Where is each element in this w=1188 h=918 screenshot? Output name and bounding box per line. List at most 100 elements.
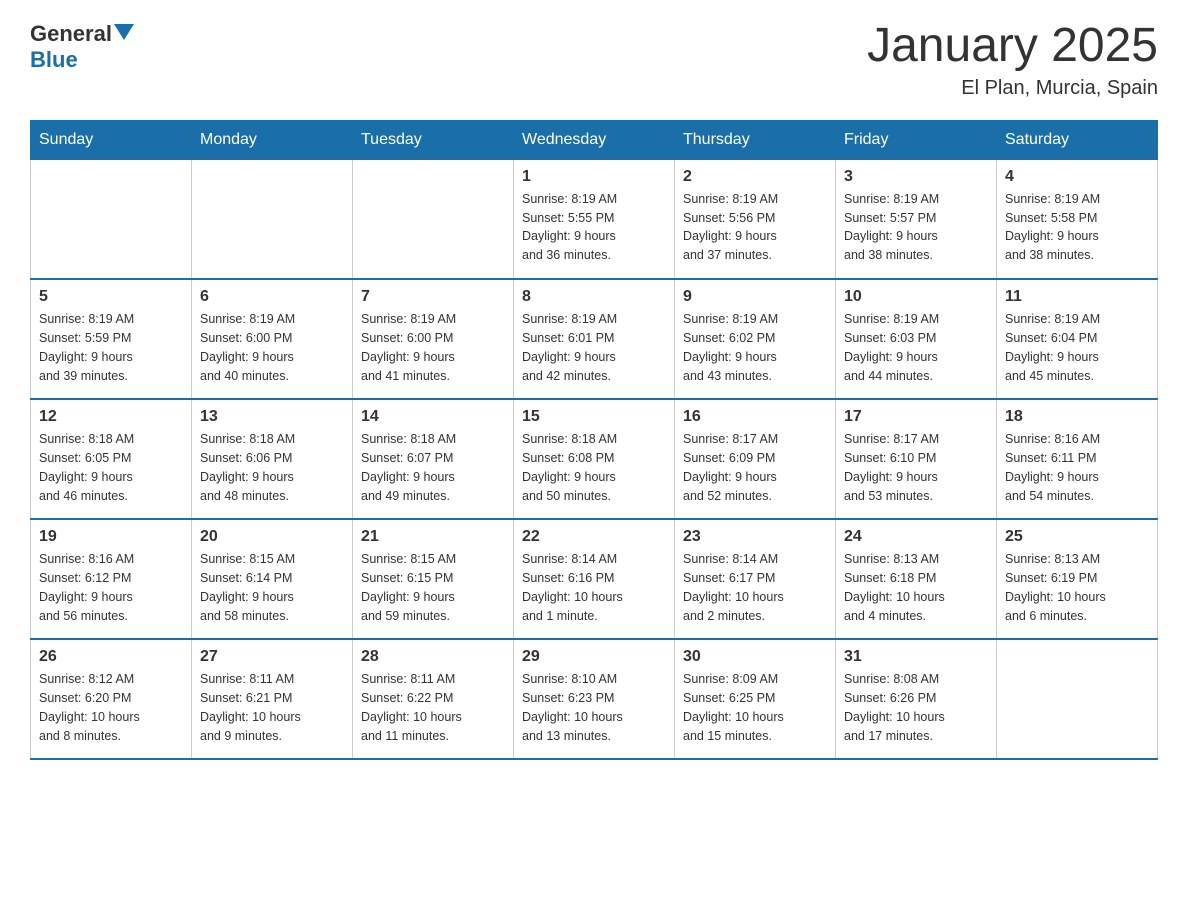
day-info: Sunrise: 8:19 AM Sunset: 6:04 PM Dayligh… bbox=[1005, 310, 1149, 385]
day-info: Sunrise: 8:11 AM Sunset: 6:22 PM Dayligh… bbox=[361, 670, 505, 745]
calendar-cell: 1 Sunrise: 8:19 AM Sunset: 5:55 PM Daylig… bbox=[514, 159, 675, 279]
calendar-cell: 23 Sunrise: 8:14 AM Sunset: 6:17 PM Dayli… bbox=[675, 519, 836, 639]
calendar-day-header: Saturday bbox=[997, 120, 1158, 159]
day-number: 16 bbox=[683, 408, 827, 426]
calendar-cell: 14 Sunrise: 8:18 AM Sunset: 6:07 PM Dayli… bbox=[353, 399, 514, 519]
calendar-cell: 5 Sunrise: 8:19 AM Sunset: 5:59 PM Daylig… bbox=[31, 279, 192, 399]
logo-row1: General bbox=[30, 20, 134, 47]
calendar-cell: 8Sunrise: 8:19 AM Sunset: 6:01 PM Daylig… bbox=[514, 279, 675, 399]
location: El Plan, Murcia, Spain bbox=[867, 77, 1158, 100]
calendar-day-header: Monday bbox=[192, 120, 353, 159]
day-info: Sunrise: 8:19 AM Sunset: 5:58 PM Dayligh… bbox=[1005, 190, 1149, 265]
day-number: 5 bbox=[39, 288, 183, 306]
calendar-cell: 11 Sunrise: 8:19 AM Sunset: 6:04 PM Dayli… bbox=[997, 279, 1158, 399]
day-number: 24 bbox=[844, 528, 988, 546]
calendar-day-header: Tuesday bbox=[353, 120, 514, 159]
day-info: Sunrise: 8:12 AM Sunset: 6:20 PM Dayligh… bbox=[39, 670, 183, 745]
day-number: 21 bbox=[361, 528, 505, 546]
day-info: Sunrise: 8:10 AM Sunset: 6:23 PM Dayligh… bbox=[522, 670, 666, 745]
day-number: 9 bbox=[683, 288, 827, 306]
day-info: Sunrise: 8:15 AM Sunset: 6:14 PM Dayligh… bbox=[200, 550, 344, 625]
calendar-cell: 3Sunrise: 8:19 AM Sunset: 5:57 PM Daylig… bbox=[836, 159, 997, 279]
calendar-cell: 30Sunrise: 8:09 AM Sunset: 6:25 PM Dayli… bbox=[675, 639, 836, 759]
calendar-cell: 2 Sunrise: 8:19 AM Sunset: 5:56 PM Daylig… bbox=[675, 159, 836, 279]
calendar-cell: 18 Sunrise: 8:16 AM Sunset: 6:11 PM Dayli… bbox=[997, 399, 1158, 519]
day-number: 12 bbox=[39, 408, 183, 426]
day-number: 25 bbox=[1005, 528, 1149, 546]
day-number: 31 bbox=[844, 648, 988, 666]
calendar-cell: 21 Sunrise: 8:15 AM Sunset: 6:15 PM Dayli… bbox=[353, 519, 514, 639]
day-info: Sunrise: 8:13 AM Sunset: 6:18 PM Dayligh… bbox=[844, 550, 988, 625]
calendar-week-row: 5 Sunrise: 8:19 AM Sunset: 5:59 PM Daylig… bbox=[31, 279, 1158, 399]
logo-general-text: General bbox=[30, 21, 112, 47]
day-info: Sunrise: 8:09 AM Sunset: 6:25 PM Dayligh… bbox=[683, 670, 827, 745]
logo: General Blue bbox=[30, 20, 134, 73]
calendar-cell: 28 Sunrise: 8:11 AM Sunset: 6:22 PM Dayli… bbox=[353, 639, 514, 759]
calendar-cell: 12 Sunrise: 8:18 AM Sunset: 6:05 PM Dayli… bbox=[31, 399, 192, 519]
day-info: Sunrise: 8:18 AM Sunset: 6:06 PM Dayligh… bbox=[200, 430, 344, 505]
day-info: Sunrise: 8:18 AM Sunset: 6:07 PM Dayligh… bbox=[361, 430, 505, 505]
calendar-cell: 27Sunrise: 8:11 AM Sunset: 6:21 PM Dayli… bbox=[192, 639, 353, 759]
calendar-cell bbox=[353, 159, 514, 279]
day-info: Sunrise: 8:19 AM Sunset: 5:57 PM Dayligh… bbox=[844, 190, 988, 265]
calendar-cell: 16 Sunrise: 8:17 AM Sunset: 6:09 PM Dayli… bbox=[675, 399, 836, 519]
calendar-cell: 7 Sunrise: 8:19 AM Sunset: 6:00 PM Daylig… bbox=[353, 279, 514, 399]
day-info: Sunrise: 8:18 AM Sunset: 6:05 PM Dayligh… bbox=[39, 430, 183, 505]
day-number: 20 bbox=[200, 528, 344, 546]
calendar-day-header: Sunday bbox=[31, 120, 192, 159]
calendar-cell: 4 Sunrise: 8:19 AM Sunset: 5:58 PM Daylig… bbox=[997, 159, 1158, 279]
day-number: 7 bbox=[361, 288, 505, 306]
day-number: 2 bbox=[683, 168, 827, 186]
day-number: 27 bbox=[200, 648, 344, 666]
day-info: Sunrise: 8:19 AM Sunset: 5:55 PM Dayligh… bbox=[522, 190, 666, 265]
logo-block: General Blue bbox=[30, 20, 134, 73]
day-info: Sunrise: 8:13 AM Sunset: 6:19 PM Dayligh… bbox=[1005, 550, 1149, 625]
day-info: Sunrise: 8:19 AM Sunset: 6:03 PM Dayligh… bbox=[844, 310, 988, 385]
calendar-cell: 17Sunrise: 8:17 AM Sunset: 6:10 PM Dayli… bbox=[836, 399, 997, 519]
calendar-day-header: Thursday bbox=[675, 120, 836, 159]
calendar-header-row: SundayMondayTuesdayWednesdayThursdayFrid… bbox=[31, 120, 1158, 159]
calendar-week-row: 19Sunrise: 8:16 AM Sunset: 6:12 PM Dayli… bbox=[31, 519, 1158, 639]
calendar-cell: 19Sunrise: 8:16 AM Sunset: 6:12 PM Dayli… bbox=[31, 519, 192, 639]
day-info: Sunrise: 8:19 AM Sunset: 6:00 PM Dayligh… bbox=[361, 310, 505, 385]
day-number: 18 bbox=[1005, 408, 1149, 426]
logo-triangle-icon bbox=[114, 22, 134, 42]
day-info: Sunrise: 8:14 AM Sunset: 6:17 PM Dayligh… bbox=[683, 550, 827, 625]
calendar-cell: 15Sunrise: 8:18 AM Sunset: 6:08 PM Dayli… bbox=[514, 399, 675, 519]
calendar-cell: 13 Sunrise: 8:18 AM Sunset: 6:06 PM Dayli… bbox=[192, 399, 353, 519]
day-number: 28 bbox=[361, 648, 505, 666]
calendar-day-header: Friday bbox=[836, 120, 997, 159]
day-info: Sunrise: 8:17 AM Sunset: 6:09 PM Dayligh… bbox=[683, 430, 827, 505]
calendar-cell: 24 Sunrise: 8:13 AM Sunset: 6:18 PM Dayli… bbox=[836, 519, 997, 639]
day-number: 10 bbox=[844, 288, 988, 306]
day-info: Sunrise: 8:19 AM Sunset: 6:02 PM Dayligh… bbox=[683, 310, 827, 385]
calendar-cell bbox=[997, 639, 1158, 759]
logo-blue-text: Blue bbox=[30, 47, 78, 73]
calendar-table: SundayMondayTuesdayWednesdayThursdayFrid… bbox=[30, 120, 1158, 761]
day-number: 29 bbox=[522, 648, 666, 666]
calendar-cell: 29 Sunrise: 8:10 AM Sunset: 6:23 PM Dayli… bbox=[514, 639, 675, 759]
day-number: 23 bbox=[683, 528, 827, 546]
page-header: General Blue January 2025 El Plan, Murci… bbox=[30, 20, 1158, 100]
day-number: 6 bbox=[200, 288, 344, 306]
day-info: Sunrise: 8:19 AM Sunset: 5:56 PM Dayligh… bbox=[683, 190, 827, 265]
day-number: 4 bbox=[1005, 168, 1149, 186]
title-block: January 2025 El Plan, Murcia, Spain bbox=[867, 20, 1158, 100]
day-number: 1 bbox=[522, 168, 666, 186]
calendar-week-row: 1 Sunrise: 8:19 AM Sunset: 5:55 PM Daylig… bbox=[31, 159, 1158, 279]
day-number: 11 bbox=[1005, 288, 1149, 306]
day-info: Sunrise: 8:15 AM Sunset: 6:15 PM Dayligh… bbox=[361, 550, 505, 625]
day-info: Sunrise: 8:19 AM Sunset: 6:01 PM Dayligh… bbox=[522, 310, 666, 385]
calendar-cell: 31Sunrise: 8:08 AM Sunset: 6:26 PM Dayli… bbox=[836, 639, 997, 759]
calendar-week-row: 12 Sunrise: 8:18 AM Sunset: 6:05 PM Dayli… bbox=[31, 399, 1158, 519]
day-info: Sunrise: 8:16 AM Sunset: 6:11 PM Dayligh… bbox=[1005, 430, 1149, 505]
day-number: 13 bbox=[200, 408, 344, 426]
day-number: 26 bbox=[39, 648, 183, 666]
day-number: 17 bbox=[844, 408, 988, 426]
calendar-day-header: Wednesday bbox=[514, 120, 675, 159]
calendar-cell bbox=[192, 159, 353, 279]
calendar-cell bbox=[31, 159, 192, 279]
day-number: 14 bbox=[361, 408, 505, 426]
calendar-cell: 6Sunrise: 8:19 AM Sunset: 6:00 PM Daylig… bbox=[192, 279, 353, 399]
day-info: Sunrise: 8:19 AM Sunset: 5:59 PM Dayligh… bbox=[39, 310, 183, 385]
